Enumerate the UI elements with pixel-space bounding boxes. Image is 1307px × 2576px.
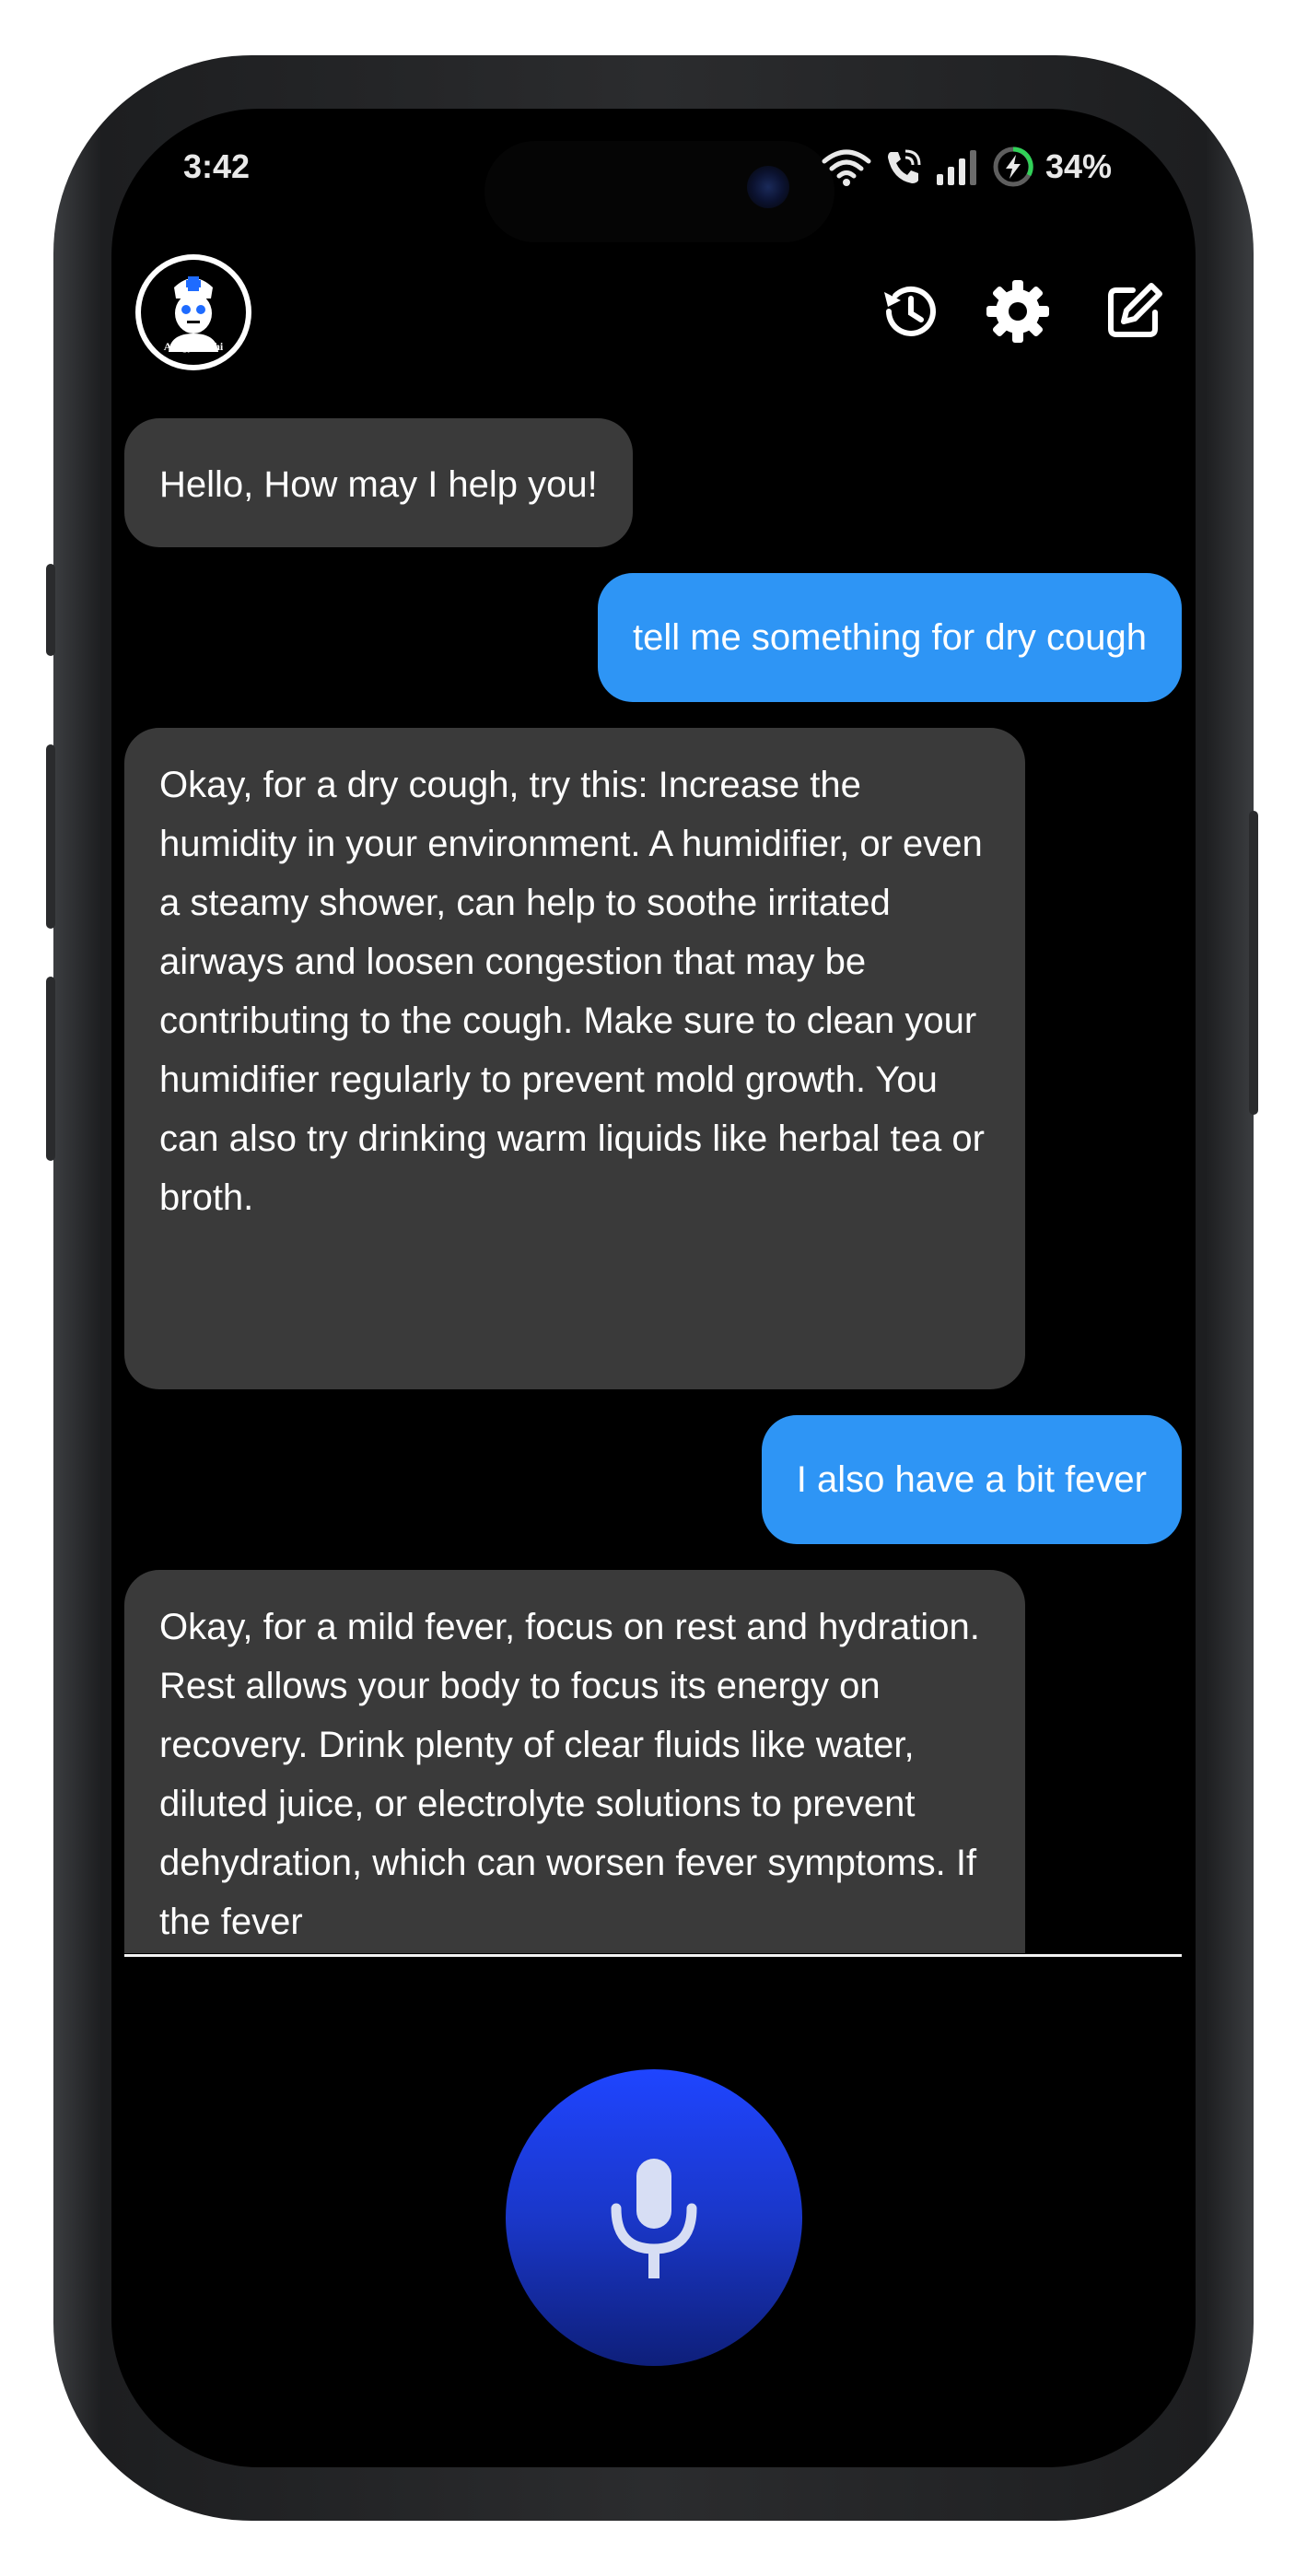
input-divider — [124, 1954, 1182, 1957]
battery-percentage: 34% — [1045, 147, 1113, 185]
wifi-icon — [822, 149, 871, 186]
settings-button[interactable] — [981, 275, 1055, 348]
history-button[interactable] — [872, 275, 946, 348]
status-time: 3:42 — [183, 147, 251, 185]
user-message: I also have a bit fever — [761, 1415, 1182, 1544]
bot-message: Okay, for a mild fever, focus on rest an… — [124, 1570, 1025, 1953]
user-message: tell me something for dry cough — [597, 573, 1182, 702]
new-chat-button[interactable] — [1097, 275, 1171, 348]
phone-screen: 3:42 34% ArogyaSathi Hello, How may I he… — [111, 109, 1196, 2467]
signal-icon — [937, 150, 976, 185]
chat-messages[interactable]: Hello, How may I help you! tell me somet… — [124, 418, 1182, 1953]
edit-icon — [1108, 283, 1162, 337]
bot-message: Okay, for a dry cough, try this: Increas… — [124, 728, 1025, 1389]
bot-message: Hello, How may I help you! — [124, 418, 633, 547]
wifi-calling-icon — [888, 149, 921, 183]
app-logo-avatar[interactable]: ArogyaSathi — [135, 254, 251, 370]
history-icon — [884, 286, 936, 336]
front-camera — [747, 166, 789, 208]
power-button — [1249, 811, 1258, 1115]
app-logo-text: ArogyaSathi — [163, 340, 224, 353]
microphone-button[interactable] — [506, 2069, 802, 2366]
status-icons: 34% — [821, 144, 1112, 190]
action-button — [46, 564, 55, 656]
battery-charging-icon — [993, 146, 1033, 187]
robot-doctor-logo: ArogyaSathi — [141, 260, 246, 365]
volume-down-button — [46, 977, 55, 1161]
volume-up-button — [46, 744, 55, 929]
microphone-icon — [611, 2159, 697, 2278]
gear-icon — [986, 280, 1049, 343]
